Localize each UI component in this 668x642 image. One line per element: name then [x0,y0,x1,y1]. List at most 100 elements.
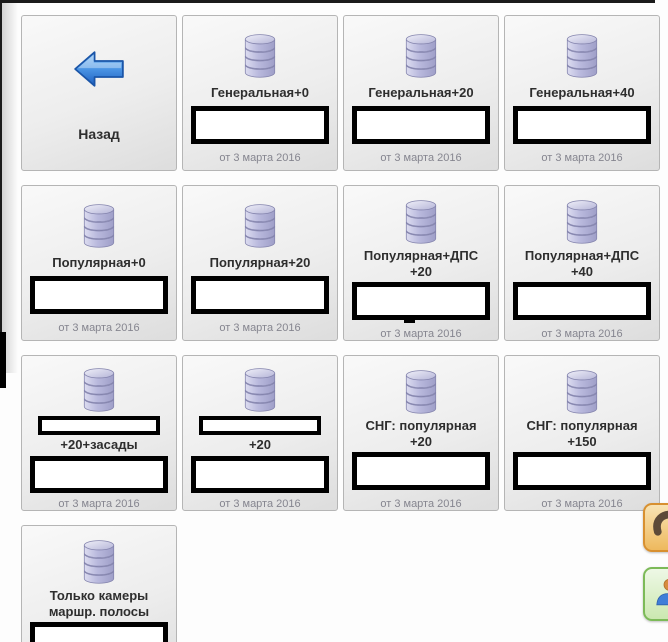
database-icon [237,30,283,78]
tile-date: от 3 марта 2016 [219,498,300,510]
tile-label-line2: +20 [410,434,432,450]
tile-label-wrap: Только камерымаршр. полосы [49,588,149,620]
redaction-box [30,622,168,642]
database-icon [76,366,122,410]
tile-label: Назад [78,126,120,142]
database-icon [76,200,122,248]
database-icon [559,366,605,414]
tile-label: Генеральная+20 [368,85,473,101]
redaction-box [513,452,651,490]
tile-date: от 3 марта 2016 [219,152,300,164]
redaction-box [30,276,168,314]
app-screen: Назад Генеральная+0 от 3 марта 2016 [0,0,668,642]
redaction-box [191,106,329,144]
database-icon [237,366,283,410]
tile-date: от 3 марта 2016 [380,152,461,164]
db-tile[interactable]: СНГ: популярная+150 от 3 марта 2016 [504,355,660,511]
tile-date: от 3 марта 2016 [541,328,622,340]
redaction-artifact [404,319,415,323]
database-icon-svg [76,364,122,412]
tile-label-wrap: Популярная+ДПС+40 [525,248,639,280]
tile-label: Популярная+ДПС [364,248,478,264]
database-icon-svg [237,200,283,248]
database-icon [398,366,444,414]
tile-label: +20 [249,437,271,453]
db-tile[interactable]: Популярная+ДПС+40 от 3 марта 2016 [504,185,660,341]
contact-button[interactable] [643,567,668,621]
back-arrow-icon [70,46,128,92]
left-edge-shadow [2,3,18,373]
redaction-box [191,456,329,493]
db-tile[interactable]: Генеральная+20 от 3 марта 2016 [343,15,499,171]
database-icon [76,536,122,584]
tile-label: Популярная+ДПС [525,248,639,264]
tile-date: от 3 марта 2016 [58,498,139,510]
tile-label-wrap: Генеральная+20 [368,82,473,104]
tile-date: от 3 марта 2016 [541,498,622,510]
db-tile[interactable]: Генеральная+40 от 3 марта 2016 [504,15,660,171]
phone-handset-icon [651,508,668,547]
tile-date: от 3 марта 2016 [58,322,139,334]
database-icon-svg [559,366,605,414]
tile-label: Генеральная+40 [529,85,634,101]
screen-edge-left-bar [0,332,6,388]
db-tile[interactable]: Популярная+ДПС+20 от 3 марта 2016 [343,185,499,341]
database-icon-svg [398,30,444,78]
redaction-box [352,106,490,144]
tile-label-wrap: Генеральная+0 [211,82,309,104]
database-icon-svg [398,366,444,414]
tile-date: от 3 марта 2016 [380,498,461,510]
db-tile[interactable]: СНГ: популярная+20 от 3 марта 2016 [343,355,499,511]
tile-label-wrap: Генеральная+40 [529,82,634,104]
back-tile[interactable]: Назад [21,15,177,171]
db-tile[interactable]: Генеральная+0 от 3 марта 2016 [182,15,338,171]
database-icon-svg [237,364,283,412]
tile-label: СНГ: популярная [526,418,637,434]
tile-label-wrap: Популярная+20 [210,252,311,274]
tile-label: +20+засады [60,437,137,453]
database-icon-svg [559,30,605,78]
tile-label-wrap: СНГ: популярная+20 [365,418,476,450]
tile-label-wrap: Популярная+0 [52,252,145,274]
tile-date: от 3 марта 2016 [541,152,622,164]
db-tile[interactable]: Популярная+0 от 3 марта 2016 [21,185,177,341]
tile-label: Популярная+20 [210,255,311,271]
tile-date: от 3 марта 2016 [219,322,300,334]
database-icon-svg [76,200,122,248]
database-icon [559,196,605,244]
back-arrow-icon-svg [70,46,128,92]
tile-label-wrap: +20 [249,436,271,454]
tile-label: Популярная+0 [52,255,145,271]
tile-label-line2: +20 [410,264,432,280]
database-icon [398,196,444,244]
db-tile[interactable]: Только камерымаршр. полосы [21,525,177,642]
database-icon-svg [559,196,605,244]
tile-grid: Назад Генеральная+0 от 3 марта 2016 [21,15,660,642]
tile-label: Генеральная+0 [211,85,309,101]
redaction-box [513,106,651,144]
redaction-box [191,276,329,314]
database-icon [398,30,444,78]
db-tile[interactable]: +20 от 3 марта 2016 [182,355,338,511]
db-tile[interactable]: +20+засады от 3 марта 2016 [21,355,177,511]
database-icon-svg [398,196,444,244]
database-icon-svg [237,30,283,78]
phone-button[interactable] [643,503,668,552]
tile-label-line2: маршр. полосы [49,604,149,620]
screen-edge-left [0,0,2,334]
tile-label-line2: +150 [567,434,596,450]
database-icon [237,200,283,248]
redaction-strip [38,416,160,435]
tile-date: от 3 марта 2016 [380,328,461,340]
redaction-box [352,452,490,490]
db-tile[interactable]: Популярная+20 от 3 марта 2016 [182,185,338,341]
tile-label: СНГ: популярная [365,418,476,434]
database-icon-svg [76,536,122,584]
redaction-box [30,456,168,493]
database-icon [559,30,605,78]
tile-label-wrap: СНГ: популярная+150 [526,418,637,450]
tile-label-line2: +40 [571,264,593,280]
tile-label: Только камеры [50,588,149,604]
screen-edge-top [0,0,655,3]
redaction-strip [199,416,321,435]
